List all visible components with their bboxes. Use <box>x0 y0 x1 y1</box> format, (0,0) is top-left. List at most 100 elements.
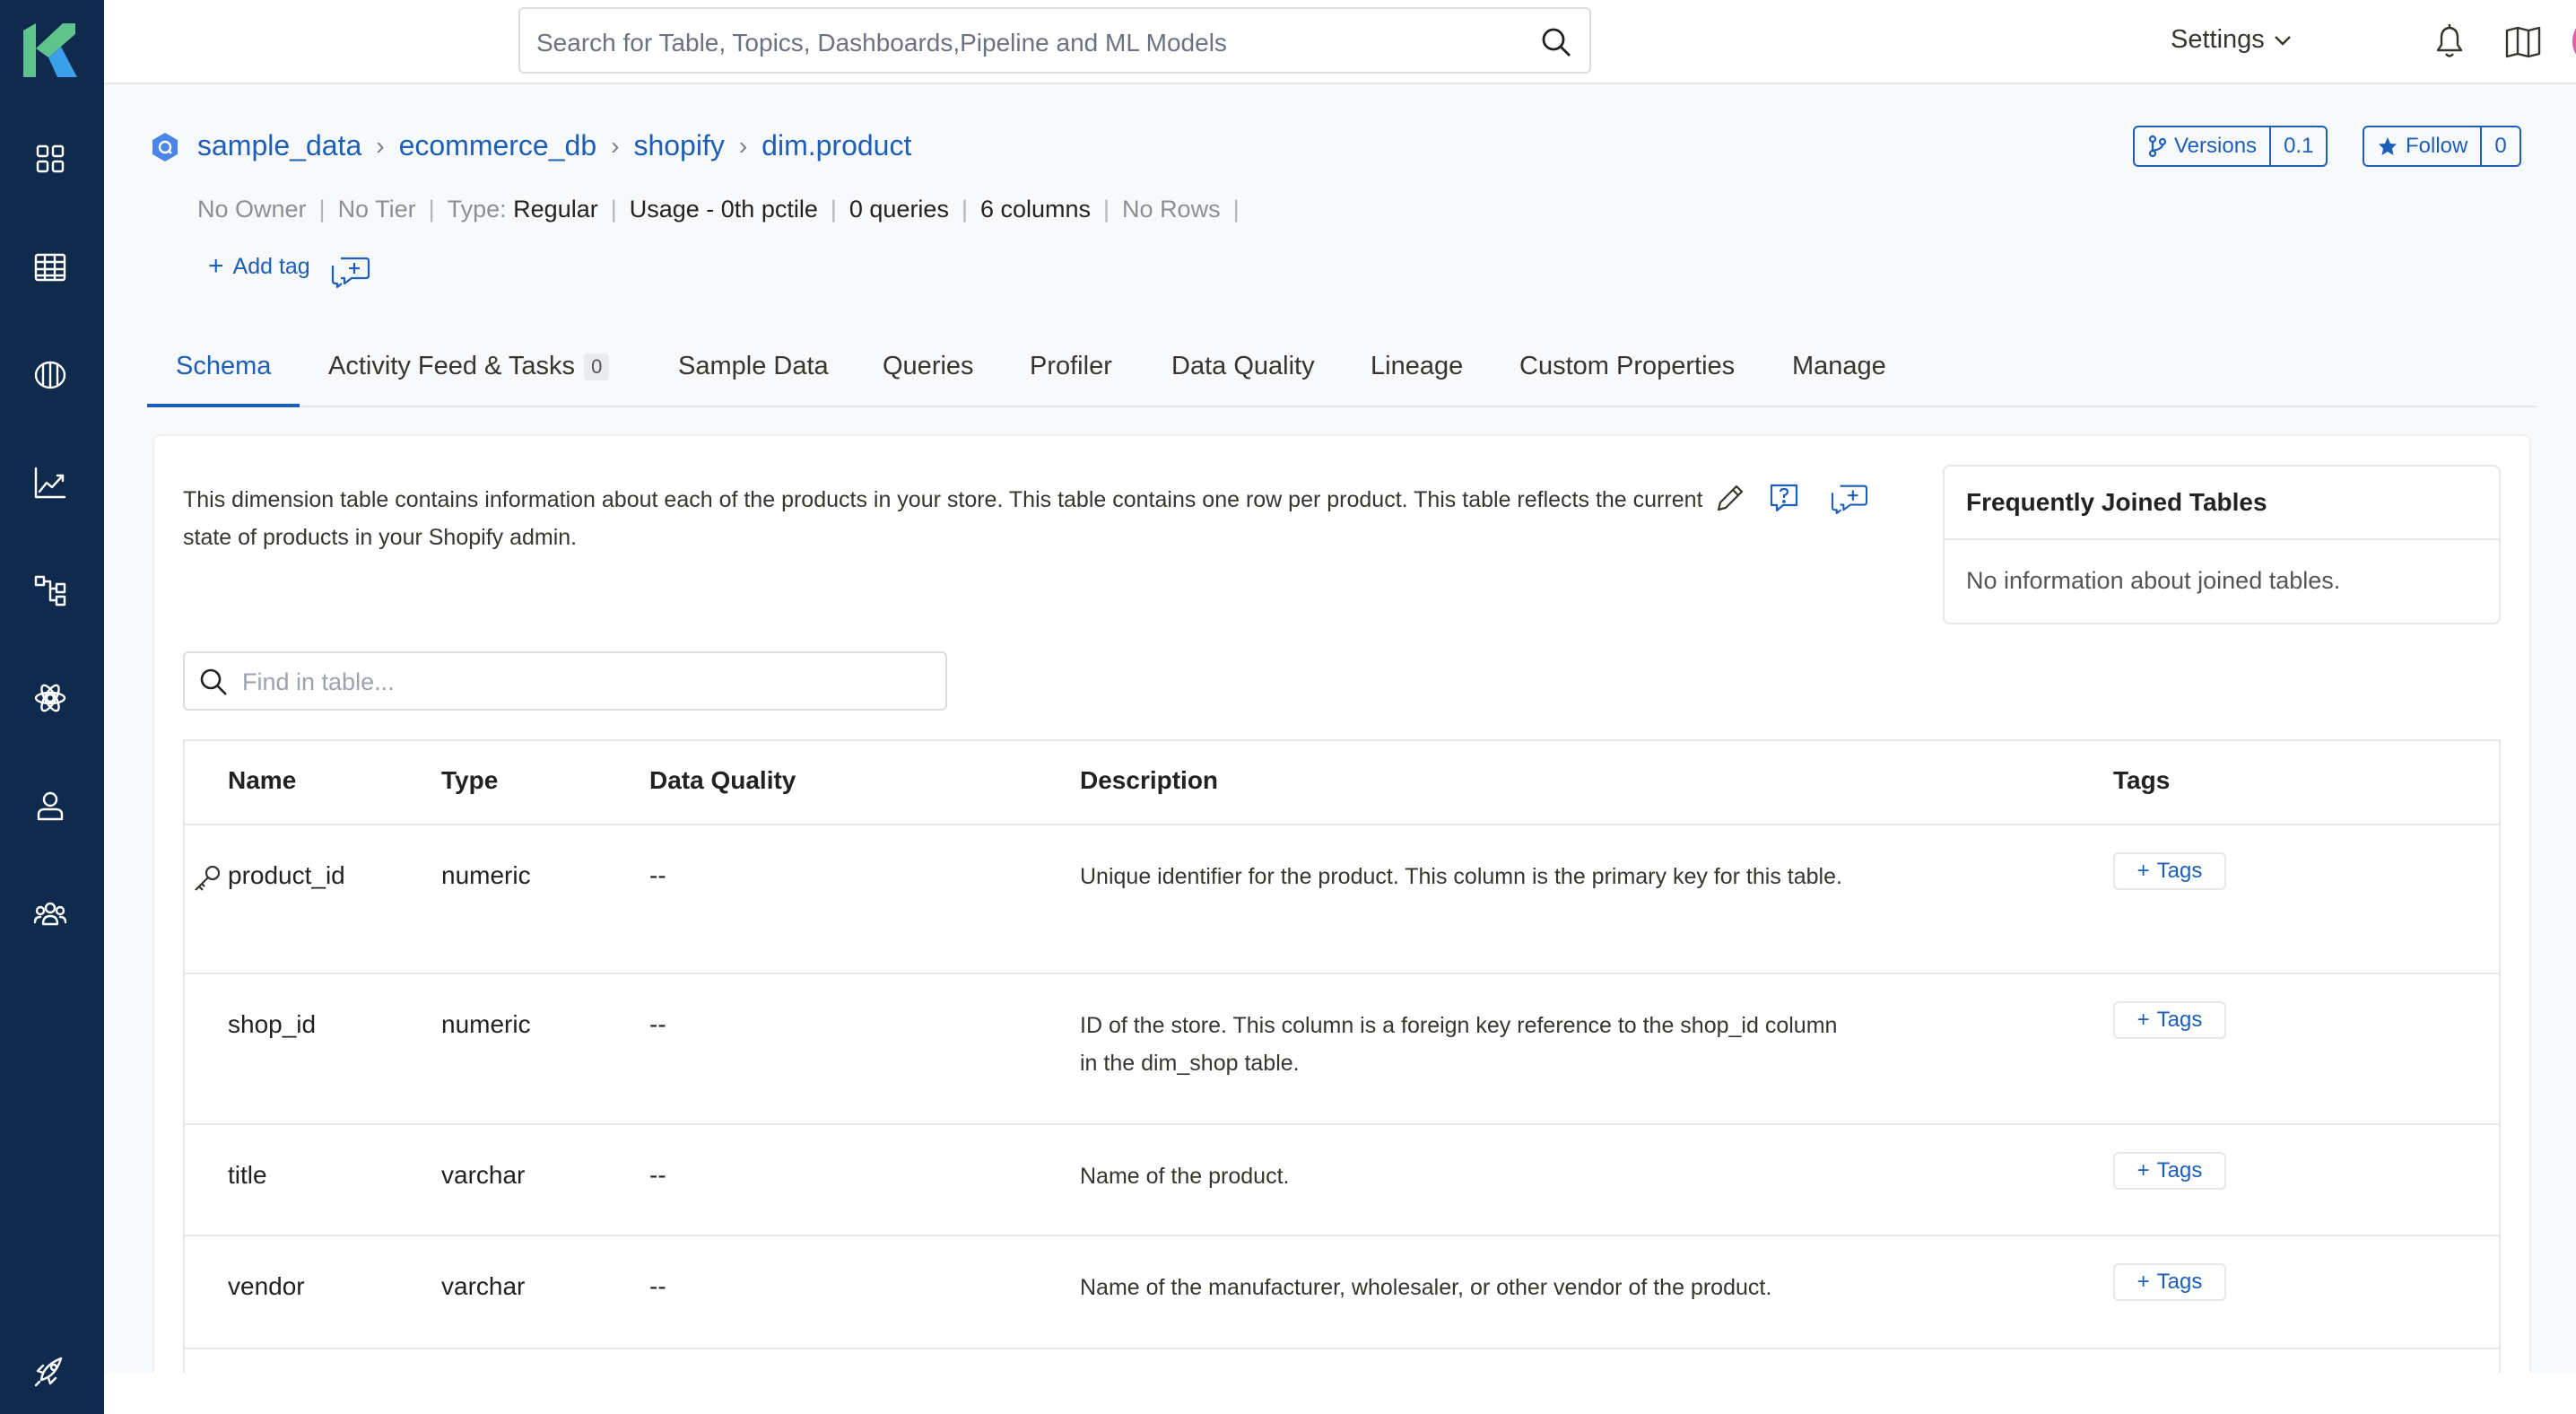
tab-custom-properties[interactable]: Custom Properties <box>1519 352 1735 381</box>
column-name[interactable]: product_id <box>228 861 345 890</box>
topic-icon[interactable] <box>30 355 70 395</box>
tab-manage[interactable]: Manage <box>1792 352 1886 381</box>
plus-icon: + <box>208 251 224 281</box>
divider: | <box>961 196 968 223</box>
chevron-right-icon: › <box>376 131 385 160</box>
column-type: varchar <box>441 1272 526 1300</box>
breadcrumb-schema[interactable]: shopify <box>633 129 724 162</box>
edit-pencil-icon[interactable] <box>1713 481 1747 515</box>
star-icon <box>2379 137 2397 155</box>
entity-tabs: Schema Activity Feed & Tasks 0 Sample Dat… <box>147 339 2537 407</box>
versions-label: Versions <box>2174 134 2258 158</box>
tag-button-label: Tags <box>2156 1270 2203 1294</box>
divider: | <box>428 196 435 223</box>
header-tags[interactable]: Tags <box>2113 766 2170 795</box>
openmetadata-logo[interactable] <box>22 22 79 79</box>
column-data-quality: -- <box>649 861 666 889</box>
breadcrumb-database[interactable]: ecommerce_db <box>399 129 597 162</box>
notification-bell-icon[interactable] <box>2429 20 2470 61</box>
tab-activity-feed[interactable]: Activity Feed & Tasks 0 <box>328 352 610 381</box>
add-tag-button[interactable]: + Add tag <box>208 253 310 280</box>
column-name[interactable]: shop_id <box>228 1010 316 1039</box>
settings-dropdown[interactable]: Settings <box>2171 25 2293 55</box>
header-description[interactable]: Description <box>1080 766 1218 795</box>
breadcrumb-service[interactable]: sample_data <box>197 129 361 162</box>
search-icon[interactable] <box>1539 25 1573 59</box>
divider: | <box>1103 196 1110 223</box>
chevron-right-icon: › <box>738 131 748 160</box>
find-placeholder: Find in table... <box>242 668 395 695</box>
columns-info: 6 columns <box>979 196 1092 223</box>
chart-icon[interactable] <box>30 463 70 502</box>
pipeline-icon[interactable] <box>30 571 70 610</box>
user-icon[interactable] <box>30 786 70 825</box>
version-branch-icon <box>2148 135 2167 158</box>
frequently-joined-tables: Frequently Joined Tables No information … <box>1943 465 2501 624</box>
frequently-joined-title: Frequently Joined Tables <box>1945 467 2499 540</box>
breadcrumb: sample_data › ecommerce_db › shopify › d… <box>197 129 911 162</box>
column-data-quality: -- <box>649 1272 666 1300</box>
type-value: Regular <box>513 196 598 223</box>
request-tag-icon[interactable] <box>330 253 371 289</box>
tab-sample-data[interactable]: Sample Data <box>678 352 829 381</box>
header-data-quality[interactable]: Data Quality <box>649 766 796 795</box>
schema-table: Name Type Data Quality Description Tags … <box>183 739 2501 1414</box>
versions-main: Versions <box>2135 127 2269 165</box>
divider: | <box>610 196 617 223</box>
add-column-tag-button[interactable]: + Tags <box>2113 852 2226 890</box>
activity-count-badge: 0 <box>584 354 610 381</box>
table-icon[interactable] <box>30 248 70 287</box>
breadcrumb-table[interactable]: dim.product <box>761 129 911 162</box>
column-description: Name of the product. <box>1080 1164 1290 1189</box>
tier-info[interactable]: No Tier <box>338 196 416 223</box>
left-sidebar <box>0 0 104 1414</box>
column-data-quality: -- <box>649 1161 666 1189</box>
divider: | <box>318 196 326 223</box>
tab-queries[interactable]: Queries <box>883 352 974 381</box>
column-data-quality: -- <box>649 1010 666 1038</box>
add-column-tag-button[interactable]: + Tags <box>2113 1263 2226 1301</box>
user-avatar[interactable]: A <box>2572 15 2576 67</box>
tab-profiler[interactable]: Profiler <box>1030 352 1112 381</box>
request-description-icon[interactable] <box>1767 481 1801 515</box>
frequently-joined-empty: No information about joined tables. <box>1966 567 2341 594</box>
chevron-right-icon: › <box>611 131 620 160</box>
chevron-down-icon <box>2274 35 2291 46</box>
divider: | <box>1232 196 1240 223</box>
ml-model-icon[interactable] <box>30 678 70 718</box>
divider: | <box>830 196 837 223</box>
versions-button[interactable]: Versions 0.1 <box>2133 126 2328 167</box>
grid-icon[interactable] <box>30 139 70 179</box>
tab-data-quality[interactable]: Data Quality <box>1171 352 1315 381</box>
teams-icon[interactable] <box>30 894 70 933</box>
page-bottom-edge <box>104 1373 2576 1414</box>
search-icon <box>200 668 227 695</box>
owner-info[interactable]: No Owner <box>197 196 307 223</box>
usage-info: Usage - 0th pctile <box>629 196 818 223</box>
docs-book-icon[interactable] <box>2504 23 2542 61</box>
table-row: shop_id numeric -- ID of the store. This… <box>185 973 2499 1125</box>
table-row: product_id numeric -- Unique identifier … <box>185 824 2499 974</box>
column-description: Name of the manufacturer, wholesaler, or… <box>1080 1275 1772 1300</box>
header-type[interactable]: Type <box>441 766 498 795</box>
global-search-input[interactable]: Search for Table, Topics, Dashboards,Pip… <box>518 7 1591 74</box>
column-description: Unique identifier for the product. This … <box>1080 864 1842 889</box>
column-name[interactable]: title <box>228 1161 267 1190</box>
header-name[interactable]: Name <box>228 766 296 795</box>
add-column-tag-button[interactable]: + Tags <box>2113 1001 2226 1039</box>
top-navbar: Search for Table, Topics, Dashboards,Pip… <box>104 0 2576 84</box>
tab-activity-label: Activity Feed & Tasks <box>328 352 576 380</box>
column-name[interactable]: vendor <box>228 1272 305 1301</box>
tab-schema[interactable]: Schema <box>176 352 271 381</box>
primary-key-icon <box>195 865 221 891</box>
versions-value: 0.1 <box>2269 127 2326 165</box>
table-description: This dimension table contains informatio… <box>183 487 1703 550</box>
column-type: varchar <box>441 1161 526 1189</box>
conversation-icon[interactable] <box>1830 481 1869 515</box>
rocket-icon[interactable] <box>30 1351 70 1391</box>
tab-lineage[interactable]: Lineage <box>1371 352 1463 381</box>
find-in-table-input[interactable]: Find in table... <box>183 651 947 711</box>
plus-icon: + <box>2137 1270 2150 1294</box>
follow-button[interactable]: Follow 0 <box>2363 126 2521 167</box>
add-column-tag-button[interactable]: + Tags <box>2113 1152 2226 1190</box>
